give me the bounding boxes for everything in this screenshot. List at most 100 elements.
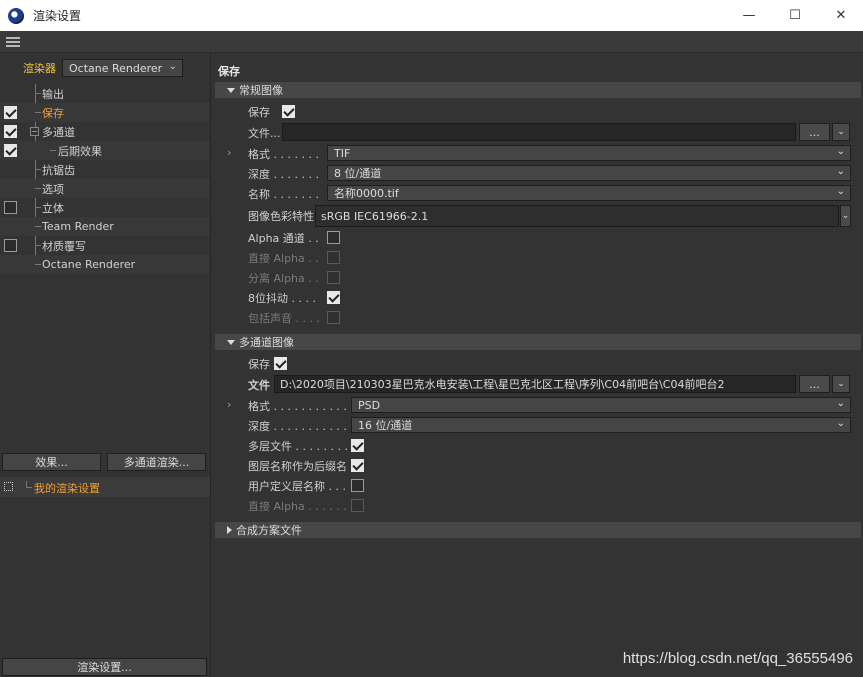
minimize-button[interactable]: —: [726, 0, 772, 31]
multipass-file-label[interactable]: 文件: [248, 377, 270, 393]
settings-tree: 输出 保存 − 多通道 后期效果 抗锯齿 选项 立体 Team Render 材…: [0, 84, 210, 274]
tree-branch-line: [50, 150, 56, 151]
multipass-file-path-field[interactable]: D:\2020项目\210303星巴克水电安装\工程\星巴克北区工程\序列\C0…: [274, 375, 796, 393]
tree-item-material-override[interactable]: 材质覆写: [0, 236, 210, 255]
format-select[interactable]: TIF ⌄: [327, 145, 851, 161]
layered-file-checkbox[interactable]: [351, 439, 364, 452]
window-title: 渲染设置: [33, 9, 82, 23]
tree-item-label: 后期效果: [58, 144, 102, 158]
right-panel: 保存 常规图像 保存 文件... ... ⌄ › 格式 . . . . . . …: [212, 53, 863, 677]
save-checkbox[interactable]: [282, 105, 295, 118]
depth-label: 深度 . . . . . . .: [248, 168, 319, 181]
triangle-down-icon: [227, 87, 235, 93]
render-preset-item[interactable]: 我的渲染设置: [0, 477, 210, 497]
separate-alpha-label: 分离 Alpha . .: [248, 272, 319, 285]
tree-item-stereo[interactable]: 立体: [0, 198, 210, 217]
chevron-right-icon[interactable]: ›: [227, 398, 231, 411]
render-preset-icon: [4, 482, 13, 491]
chevron-down-icon: ⌄: [836, 186, 845, 197]
dither-label: 8位抖动 . . . .: [248, 292, 316, 305]
format-label: 格式 . . . . . . .: [248, 148, 319, 161]
name-select[interactable]: 名称0000.tif ⌄: [327, 185, 851, 201]
chevron-down-icon: ⌄: [836, 418, 845, 429]
panel-title: 保存: [218, 65, 240, 78]
multipass-file-options-button[interactable]: ⌄: [832, 375, 850, 393]
multipass-depth-select[interactable]: 16 位/通道 ⌄: [351, 417, 851, 433]
tree-item-output[interactable]: 输出: [0, 84, 210, 103]
chevron-right-icon[interactable]: ›: [227, 146, 231, 159]
renderer-label: 渲染器: [23, 62, 56, 75]
file-path-field[interactable]: [282, 123, 796, 141]
multipass-render-button[interactable]: 多通道渲染...: [107, 453, 206, 471]
chevron-down-icon: ⌄: [841, 211, 850, 221]
user-defined-layer-name-checkbox[interactable]: [351, 479, 364, 492]
effects-button[interactable]: 效果...: [2, 453, 101, 471]
separate-alpha-checkbox: [327, 271, 340, 284]
multipass-browse-button[interactable]: ...: [799, 375, 830, 393]
multipass-image-section-header[interactable]: 多通道图像: [215, 334, 861, 350]
multipass-straight-alpha-label: 直接 Alpha . . . . . .: [248, 500, 347, 513]
tree-checkbox-multipass[interactable]: [4, 125, 17, 138]
dither-checkbox[interactable]: [327, 291, 340, 304]
file-options-button[interactable]: ⌄: [832, 123, 850, 141]
tree-branch-line: [35, 169, 41, 170]
tree-item-label: 保存: [42, 106, 64, 120]
watermark-text: https://blog.csdn.net/qq_36555496: [622, 650, 853, 667]
close-button[interactable]: ✕: [818, 0, 863, 31]
cinema4d-app-icon: [8, 7, 24, 24]
menu-strip: [0, 31, 863, 53]
window-title-bar: 渲染设置 — ☐ ✕: [0, 0, 863, 31]
multipass-depth-value: 16 位/通道: [358, 419, 413, 432]
file-label[interactable]: 文件...: [248, 125, 281, 141]
multipass-format-value: PSD: [358, 398, 381, 412]
tree-item-label: Team Render: [42, 220, 114, 233]
straight-alpha-checkbox: [327, 251, 340, 264]
multipass-save-checkbox[interactable]: [274, 357, 287, 370]
multipass-format-select[interactable]: PSD ⌄: [351, 397, 851, 413]
tree-item-team-render[interactable]: Team Render: [0, 217, 210, 236]
tree-checkbox-material-override[interactable]: [4, 239, 17, 252]
alpha-channel-checkbox[interactable]: [327, 231, 340, 244]
tree-item-multipass[interactable]: − 多通道: [0, 122, 210, 141]
compositing-file-section-header[interactable]: 合成方案文件: [215, 522, 861, 538]
collapse-icon[interactable]: −: [30, 127, 39, 136]
save-label: 保存: [248, 106, 270, 119]
tree-item-label: 多通道: [42, 125, 75, 139]
color-profile-dropdown[interactable]: ⌄: [840, 205, 851, 227]
tree-branch-line: [35, 207, 41, 208]
hamburger-menu-icon[interactable]: [6, 37, 20, 47]
renderer-row: 渲染器 Octane Renderer ⌄: [23, 59, 183, 77]
depth-select[interactable]: 8 位/通道 ⌄: [327, 165, 851, 181]
tree-item-post-effects[interactable]: 后期效果: [0, 141, 210, 160]
color-profile-label: 图像色彩特性: [248, 210, 314, 223]
tree-checkbox-stereo[interactable]: [4, 201, 17, 214]
section-title: 常规图像: [239, 84, 283, 97]
layer-name-suffix-checkbox[interactable]: [351, 459, 364, 472]
tree-item-octane-renderer[interactable]: Octane Renderer: [0, 255, 210, 274]
regular-image-section-header[interactable]: 常规图像: [215, 82, 861, 98]
render-settings-button[interactable]: 渲染设置...: [2, 658, 207, 676]
multipass-straight-alpha-checkbox: [351, 499, 364, 512]
renderer-dropdown-value: Octane Renderer: [69, 61, 163, 75]
renderer-dropdown[interactable]: Octane Renderer ⌄: [62, 59, 183, 77]
chevron-down-icon: ⌄: [837, 379, 845, 389]
maximize-button[interactable]: ☐: [772, 0, 818, 31]
tree-item-antialiasing[interactable]: 抗锯齿: [0, 160, 210, 179]
triangle-down-icon: [227, 339, 235, 345]
tree-item-save[interactable]: 保存: [0, 103, 210, 122]
tree-branch-line: [35, 93, 41, 94]
multipass-depth-label: 深度 . . . . . . . . . . .: [248, 420, 347, 433]
alpha-channel-label: Alpha 通道 . .: [248, 232, 319, 245]
tree-branch-line: [35, 112, 41, 113]
browse-file-button[interactable]: ...: [799, 123, 830, 141]
chevron-down-icon: ⌄: [837, 127, 845, 137]
section-title: 合成方案文件: [236, 524, 302, 537]
layer-name-suffix-label: 图层名称作为后缀名: [248, 460, 347, 473]
tree-item-options[interactable]: 选项: [0, 179, 210, 198]
chevron-down-icon: ⌄: [836, 398, 845, 409]
tree-item-label: 输出: [42, 87, 64, 101]
tree-checkbox-post-effects[interactable]: [4, 144, 17, 157]
tree-checkbox-save[interactable]: [4, 106, 17, 119]
color-profile-field[interactable]: sRGB IEC61966-2.1: [315, 205, 839, 227]
include-sound-label: 包括声音 . . . .: [248, 312, 320, 325]
